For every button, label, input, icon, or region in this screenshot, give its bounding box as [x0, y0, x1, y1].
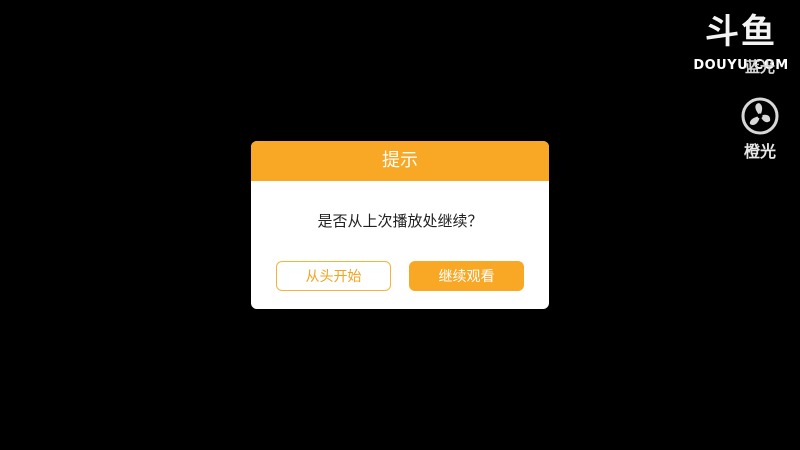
- light-button[interactable]: 橙光: [732, 96, 788, 161]
- quality-button[interactable]: 蓝光: [732, 52, 788, 82]
- dialog-title: 提示: [251, 141, 549, 181]
- dialog-actions: 从头开始 继续观看: [251, 261, 549, 293]
- quality-label: 蓝光: [744, 58, 775, 76]
- continue-button[interactable]: 继续观看: [409, 261, 524, 291]
- fan-icon: [741, 97, 779, 135]
- logo-mark: 斗鱼: [705, 12, 777, 52]
- dialog-message: 是否从上次播放处继续？: [317, 212, 483, 230]
- video-player-screen: 斗鱼 DOUYU.COM 蓝光 橙光 提示 是否从上次播放处继续？ 从头开始 继…: [0, 0, 800, 450]
- light-label: 橙光: [743, 142, 776, 161]
- restart-button[interactable]: 从头开始: [276, 261, 391, 291]
- resume-dialog: 提示 是否从上次播放处继续？ 从头开始 继续观看: [251, 141, 549, 309]
